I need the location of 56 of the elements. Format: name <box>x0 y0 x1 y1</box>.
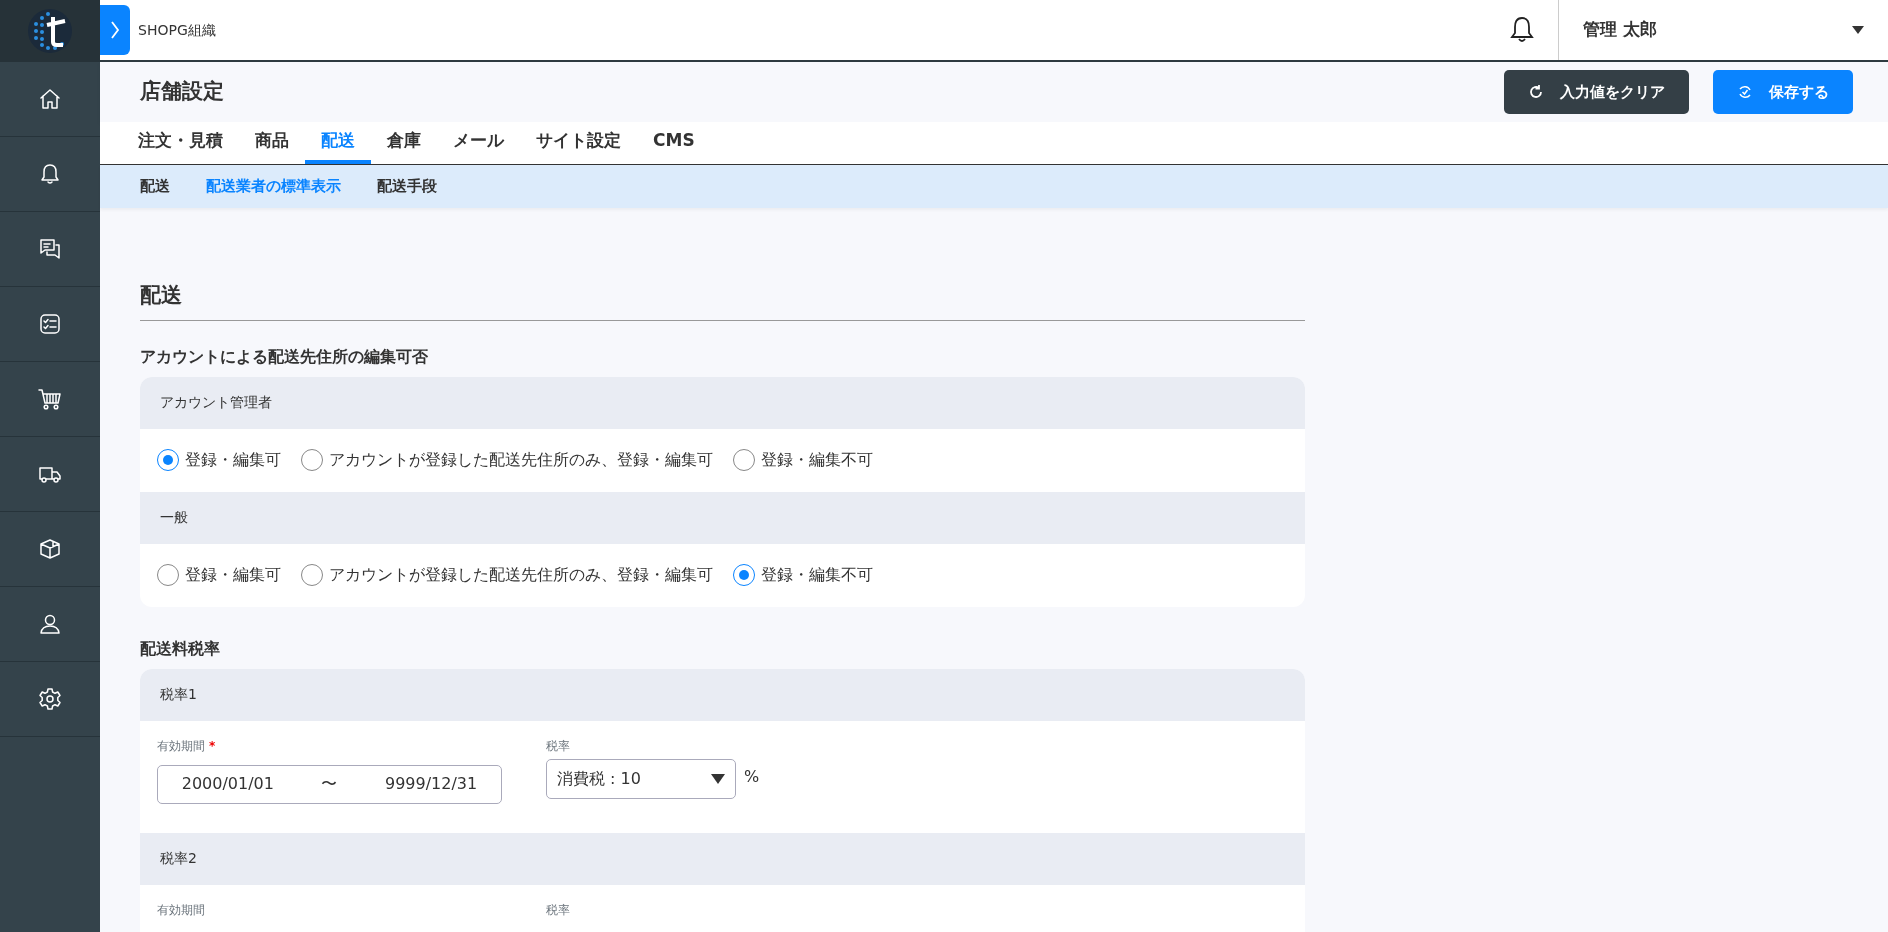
field-label: 税率 <box>546 901 570 919</box>
option-label[interactable]: 登録・編集可 <box>185 563 281 587</box>
checklist-icon[interactable] <box>38 312 62 336</box>
page-title: 店舗設定 <box>140 78 224 106</box>
tab[interactable]: 注文・見積 <box>122 122 239 164</box>
organization-name: SHOPG組織 <box>138 20 216 40</box>
section-title: 配送 <box>140 280 1305 321</box>
cart-icon[interactable] <box>38 387 62 411</box>
radio-button[interactable] <box>157 449 179 471</box>
bell-icon[interactable] <box>38 162 62 186</box>
chevron-right-icon <box>110 20 120 40</box>
chat-icon[interactable] <box>38 237 62 261</box>
radio-button[interactable] <box>157 564 179 586</box>
option-label[interactable]: 登録・編集不可 <box>761 448 873 472</box>
clear-button[interactable]: 入力値をクリア <box>1504 70 1689 114</box>
radio-button[interactable] <box>733 449 755 471</box>
required-mark: * <box>209 738 216 753</box>
row-header: 税率2 <box>140 832 1305 885</box>
option-label[interactable]: 登録・編集可 <box>185 448 281 472</box>
group-title: アカウントによる配送先住所の編集可否 <box>140 345 429 368</box>
subtab[interactable]: 配送 <box>122 175 188 198</box>
radio-button[interactable] <box>301 564 323 586</box>
caret-icon <box>1852 26 1864 34</box>
notification-bell-icon[interactable] <box>1510 16 1534 44</box>
save-button[interactable]: 保存する <box>1713 70 1853 114</box>
field-label: 税率 <box>546 737 571 755</box>
settings-icon[interactable] <box>38 687 62 711</box>
row-header: 税率1 <box>140 668 1305 721</box>
home-icon[interactable] <box>38 87 62 111</box>
radio-button[interactable] <box>301 449 323 471</box>
box-icon[interactable] <box>38 537 62 561</box>
tax-rate-select[interactable]: 消費税 : 10 <box>546 758 736 799</box>
field-label: 有効期間 <box>157 901 206 919</box>
logo-icon[interactable] <box>27 8 73 54</box>
tab[interactable]: 商品 <box>239 122 305 164</box>
user-icon[interactable] <box>38 612 62 636</box>
sidebar-toggle-button[interactable] <box>100 5 130 55</box>
date-range-field[interactable]: 2000/01/01 〜 9999/12/31 <box>157 764 502 804</box>
row-header: 一般 <box>140 491 1305 544</box>
option-label[interactable]: 登録・編集不可 <box>761 563 873 587</box>
caret-icon <box>711 773 725 784</box>
tab[interactable]: CMS <box>637 122 711 164</box>
radio-button[interactable] <box>733 564 755 586</box>
tab[interactable]: 倉庫 <box>371 122 437 164</box>
row-header: アカウント管理者 <box>140 376 1305 429</box>
tab[interactable]: メール <box>437 122 520 164</box>
option-label[interactable]: アカウントが登録した配送先住所のみ、登録・編集可 <box>329 448 713 472</box>
option-label[interactable]: アカウントが登録した配送先住所のみ、登録・編集可 <box>329 563 713 587</box>
user-menu[interactable]: 管理 太郎 <box>1558 0 1888 60</box>
tab[interactable]: サイト設定 <box>520 122 637 164</box>
sync-check-icon <box>1737 84 1753 100</box>
group-title: 配送料税率 <box>140 637 221 660</box>
refresh-icon <box>1528 84 1544 100</box>
subtab[interactable]: 配送手段 <box>359 175 455 198</box>
field-label: 有効期間 * <box>157 737 217 755</box>
unit-label: % <box>744 765 760 788</box>
